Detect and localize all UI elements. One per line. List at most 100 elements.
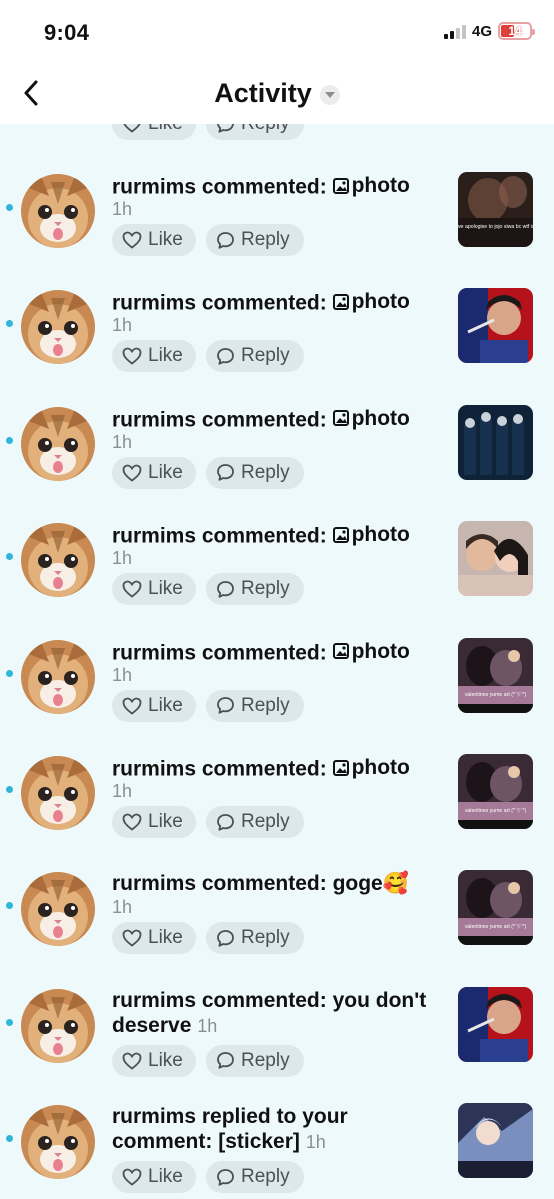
avatar[interactable]: [21, 290, 95, 365]
activity-item[interactable]: rurmims commented: photo 1h Like Reply c…: [0, 168, 554, 284]
thumbnail-caption: can we apologise to jojo siwa bc wtf is …: [458, 224, 533, 230]
reply-button[interactable]: Reply: [206, 456, 304, 489]
username[interactable]: rurmims: [112, 1105, 196, 1128]
signal-icon: [443, 24, 466, 39]
username[interactable]: rurmims: [112, 292, 196, 315]
post-thumbnail[interactable]: [458, 404, 533, 480]
like-button[interactable]: Like: [112, 224, 196, 256]
avatar[interactable]: [21, 174, 95, 248]
heart-icon: [122, 1168, 142, 1186]
activity-text: rurmims commented: you don't deserve 1h: [112, 988, 442, 1039]
cat-avatar-image: [21, 756, 95, 830]
activity-action: commented:: [201, 524, 327, 548]
avatar[interactable]: [21, 756, 95, 830]
like-label: Like: [148, 345, 183, 367]
cat-avatar-image: [21, 988, 95, 1063]
image-icon: [332, 643, 349, 660]
avatar[interactable]: [21, 872, 95, 947]
cat-avatar-image: [21, 523, 95, 598]
post-thumbnail[interactable]: [458, 1103, 533, 1179]
timestamp: 1h: [112, 664, 133, 685]
activity-item[interactable]: rurmims commented: photo 1h Like Reply: [0, 401, 554, 517]
title-dropdown[interactable]: Activity: [0, 78, 554, 109]
item-actions: Like Reply: [112, 340, 304, 373]
cat-avatar-image: [21, 290, 95, 365]
post-thumbnail[interactable]: [458, 986, 533, 1062]
speech-bubble-icon: [217, 231, 234, 249]
activity-list[interactable]: Like Reply rurmims commented: photo 1h L…: [0, 124, 554, 1199]
unread-dot: [6, 669, 13, 677]
comment-body: photo: [351, 756, 410, 779]
cat-avatar-image: [21, 174, 95, 248]
post-thumbnail-image: [458, 404, 533, 480]
like-button[interactable]: Like: [112, 124, 196, 140]
post-thumbnail[interactable]: valentines yume art (*´▽`*): [458, 754, 533, 829]
post-thumbnail[interactable]: [458, 288, 533, 364]
reply-button[interactable]: Reply: [206, 689, 304, 722]
heart-icon: [122, 929, 142, 948]
activity-item[interactable]: rurmims replied to your comment: [sticke…: [0, 1099, 554, 1199]
reply-button[interactable]: Reply: [206, 224, 304, 256]
comment-body: photo: [351, 406, 410, 430]
username[interactable]: rurmims: [112, 872, 196, 895]
activity-item[interactable]: rurmims commented: goge🥰 1h Like Reply v…: [0, 866, 554, 982]
avatar[interactable]: [21, 1105, 95, 1180]
activity-item[interactable]: rurmims commented: you don't deserve 1h …: [0, 983, 554, 1099]
reply-button[interactable]: Reply: [206, 124, 304, 140]
like-button[interactable]: Like: [112, 1044, 196, 1077]
activity-item[interactable]: rurmims commented: photo 1h Like Reply v…: [0, 750, 554, 866]
like-button[interactable]: Like: [112, 340, 196, 373]
username[interactable]: rurmims: [112, 176, 196, 199]
speech-bubble-icon: [217, 929, 234, 947]
timestamp: 1h: [112, 897, 133, 918]
like-label: Like: [148, 694, 183, 716]
timestamp: 1h: [112, 431, 133, 452]
avatar[interactable]: [21, 523, 95, 598]
post-thumbnail-image: [458, 288, 533, 364]
like-button[interactable]: Like: [112, 922, 196, 955]
item-actions: Like Reply: [112, 224, 304, 256]
username[interactable]: rurmims: [112, 641, 196, 664]
reply-button[interactable]: Reply: [206, 1161, 304, 1194]
like-button[interactable]: Like: [112, 456, 196, 489]
username[interactable]: rurmims: [112, 525, 196, 548]
thumbnail-caption: valentines yume art (*´▽`*): [465, 924, 527, 930]
username[interactable]: rurmims: [112, 408, 196, 431]
username[interactable]: rurmims: [112, 758, 196, 781]
timestamp: 1h: [112, 781, 133, 801]
reply-label: Reply: [241, 1049, 290, 1071]
post-thumbnail[interactable]: valentines yume art (*´▽`*): [458, 637, 533, 713]
like-label: Like: [148, 229, 183, 250]
unread-dot: [6, 1018, 13, 1026]
post-thumbnail[interactable]: can we apologise to jojo siwa bc wtf is …: [458, 172, 533, 247]
thumbnail-caption: valentines yume art (*´▽`*): [465, 692, 527, 698]
like-label: Like: [148, 578, 183, 600]
activity-action: commented:: [201, 872, 327, 896]
reply-button[interactable]: Reply: [206, 1044, 304, 1077]
activity-item[interactable]: rurmims commented: photo 1h Like Reply: [0, 284, 554, 400]
username[interactable]: rurmims: [112, 989, 196, 1012]
avatar[interactable]: [21, 639, 95, 714]
avatar[interactable]: [21, 406, 95, 481]
activity-item[interactable]: rurmims commented: photo 1h Like Reply v…: [0, 634, 554, 750]
like-button[interactable]: Like: [112, 573, 196, 606]
activity-text: rurmims commented: photo: [112, 406, 442, 433]
item-actions: Like Reply: [112, 1161, 304, 1194]
like-label: Like: [148, 811, 183, 832]
like-button[interactable]: Like: [112, 806, 196, 838]
avatar[interactable]: [21, 988, 95, 1063]
comment-body: photo: [351, 523, 410, 547]
like-label: Like: [148, 124, 183, 135]
like-button[interactable]: Like: [112, 1161, 196, 1194]
unread-dot: [6, 1135, 13, 1143]
reply-button[interactable]: Reply: [206, 806, 304, 838]
reply-button[interactable]: Reply: [206, 573, 304, 606]
post-thumbnail[interactable]: [458, 521, 533, 597]
reply-button[interactable]: Reply: [206, 340, 304, 373]
reply-button[interactable]: Reply: [206, 922, 304, 955]
speech-bubble-icon: [217, 124, 234, 133]
battery-level: 14: [508, 24, 522, 38]
post-thumbnail[interactable]: valentines yume art (*´▽`*): [458, 870, 533, 946]
like-button[interactable]: Like: [112, 689, 196, 722]
activity-item[interactable]: rurmims commented: photo 1h Like Reply: [0, 517, 554, 633]
